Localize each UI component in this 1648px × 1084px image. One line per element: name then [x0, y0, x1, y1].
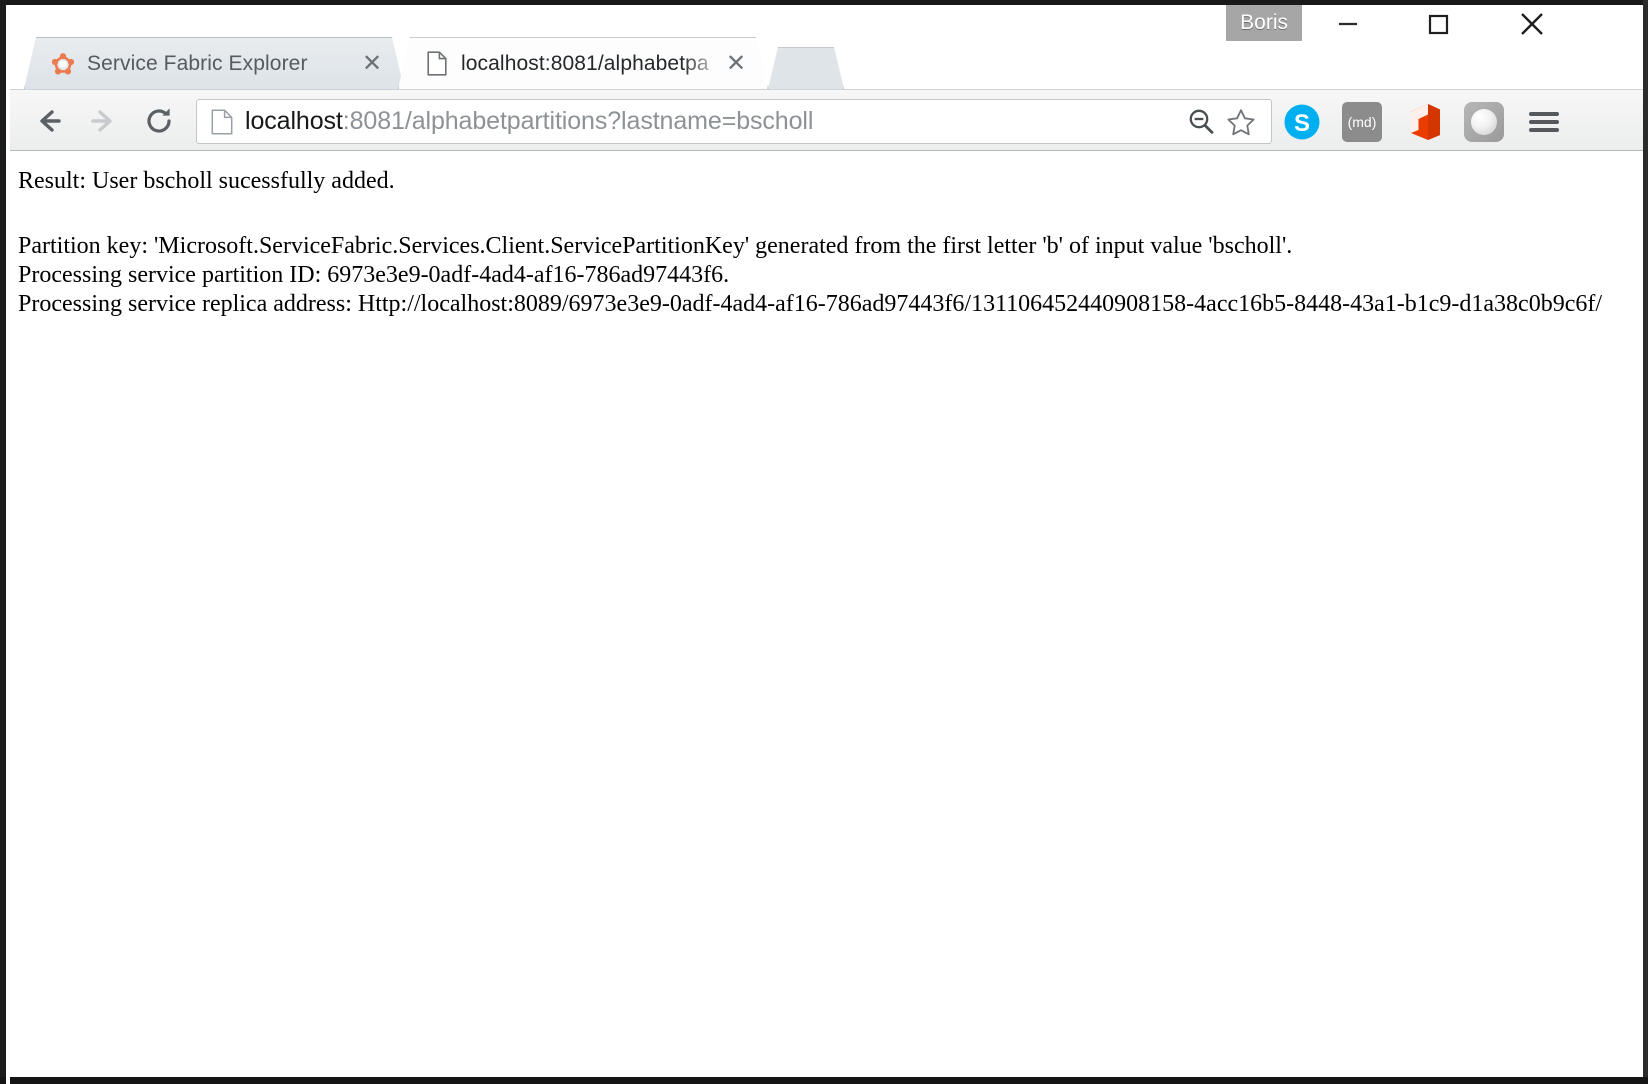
- minimize-button[interactable]: [1304, 2, 1392, 46]
- result-message: Result: User bscholl sucessfully added.: [18, 168, 395, 194]
- bookmark-star-icon[interactable]: [1221, 102, 1261, 142]
- replica-address-message: Processing service replica address: Http…: [18, 291, 1603, 317]
- window-edge-right: [1643, 0, 1648, 1084]
- grayscale-circle-glyph: [1464, 102, 1504, 142]
- address-bar[interactable]: localhost:8081/alphabetpartitions?lastna…: [196, 99, 1272, 144]
- office-extension-icon[interactable]: [1402, 100, 1446, 144]
- window-edge-bottom: [0, 1077, 1648, 1084]
- page-document-icon: [425, 52, 449, 76]
- zoom-out-icon[interactable]: [1181, 102, 1221, 142]
- forward-arrow-icon: [91, 110, 112, 132]
- browser-toolbar: localhost:8081/alphabetpartitions?lastna…: [10, 89, 1643, 151]
- grayscale-extension-icon[interactable]: [1462, 100, 1506, 144]
- hamburger-menu-icon[interactable]: [1522, 100, 1566, 144]
- browser-window: Service Fabric Explorer ✕ localhost:8081…: [0, 0, 1648, 1084]
- page-viewport: Result: User bscholl sucessfully added. …: [10, 151, 1643, 1077]
- back-button[interactable]: [24, 96, 74, 146]
- tab-alphabetpartitions[interactable]: localhost:8081/alphabetpa ✕: [398, 37, 768, 89]
- tab-title: localhost:8081/alphabetpa: [461, 51, 709, 75]
- service-fabric-icon: [51, 52, 75, 76]
- minimize-icon: [1339, 22, 1357, 26]
- skype-extension-icon[interactable]: S: [1280, 100, 1324, 144]
- partition-id-message: Processing service partition ID: 6973e3e…: [18, 262, 730, 288]
- tab-close-button[interactable]: ✕: [719, 47, 753, 81]
- page-content: Result: User bscholl sucessfully added. …: [18, 151, 1638, 319]
- address-bar-text[interactable]: localhost:8081/alphabetpartitions?lastna…: [245, 107, 1181, 136]
- address-bar-host: localhost: [245, 107, 343, 135]
- md-extension-icon[interactable]: (md): [1340, 100, 1384, 144]
- close-icon: [1521, 13, 1543, 35]
- address-bar-path: :8081/alphabetpartitions?lastname=bschol…: [342, 107, 814, 135]
- profile-badge[interactable]: Boris: [1226, 5, 1302, 41]
- forward-button[interactable]: [78, 96, 128, 146]
- md-extension-label: (md): [1342, 102, 1382, 142]
- maximize-icon: [1428, 14, 1449, 35]
- partition-key-message: Partition key: 'Microsoft.ServiceFabric.…: [18, 233, 1293, 259]
- tab-title: Service Fabric Explorer: [87, 51, 308, 75]
- close-button[interactable]: [1488, 2, 1576, 46]
- back-arrow-icon: [40, 110, 61, 132]
- maximize-button[interactable]: [1394, 2, 1482, 46]
- page-document-icon: [211, 109, 233, 135]
- tab-close-button[interactable]: ✕: [355, 47, 389, 81]
- svg-text:S: S: [1294, 110, 1310, 137]
- reload-icon: [147, 108, 171, 133]
- reload-button[interactable]: [134, 96, 184, 146]
- tab-stub[interactable]: [768, 47, 844, 89]
- tab-service-fabric-explorer[interactable]: Service Fabric Explorer ✕: [24, 37, 404, 89]
